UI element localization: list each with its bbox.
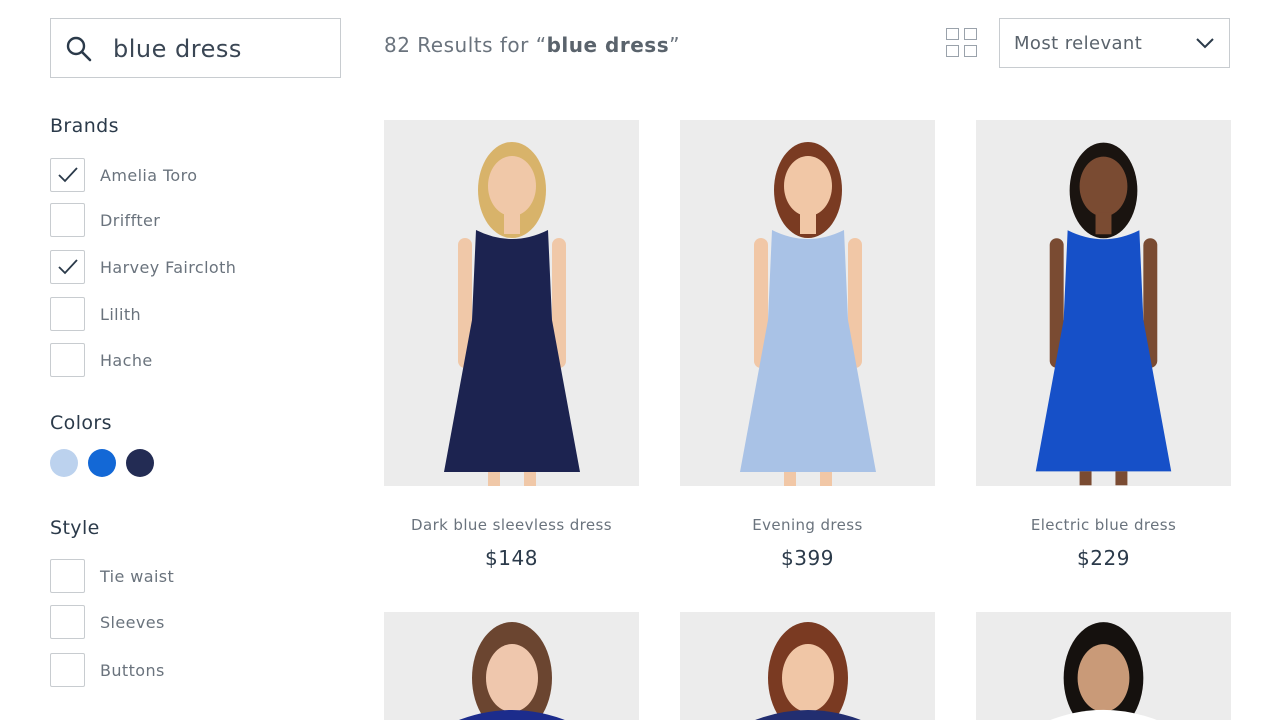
- model-leg: [1079, 471, 1092, 486]
- brand-label: Lilith: [100, 304, 142, 324]
- brand-filter-harvey-faircloth[interactable]: Harvey Faircloth: [50, 249, 236, 285]
- model-dress: [755, 710, 861, 720]
- product-image[interactable]: [976, 612, 1231, 720]
- sort-selected-value: Most relevant: [1014, 33, 1143, 54]
- results-summary: 82 Results for “blue dress”: [384, 33, 680, 57]
- brand-checkbox[interactable]: [50, 203, 85, 237]
- product-image[interactable]: [680, 612, 935, 720]
- model-face: [1077, 644, 1130, 712]
- brand-checkbox[interactable]: [50, 297, 85, 331]
- model-face: [486, 644, 538, 712]
- product-name[interactable]: Electric blue dress: [976, 516, 1231, 534]
- brand-label: Hache: [100, 350, 153, 370]
- results-count-text: 82 Results for “: [384, 33, 547, 57]
- product-name[interactable]: Dark blue sleevless dress: [384, 516, 639, 534]
- style-label: Tie waist: [100, 566, 175, 586]
- product-card[interactable]: Dark blue sleevless dress $148: [384, 120, 639, 570]
- search-input[interactable]: [113, 32, 333, 66]
- search-icon: [66, 36, 92, 62]
- style-checkbox[interactable]: [50, 605, 85, 639]
- brand-filter-driffter[interactable]: Driffter: [50, 202, 160, 238]
- style-label: Buttons: [100, 660, 165, 680]
- brand-filter-amelia-toro[interactable]: Amelia Toro: [50, 157, 197, 193]
- style-filter-buttons[interactable]: Buttons: [50, 652, 165, 688]
- model-leg: [488, 472, 500, 486]
- grid-view-icon[interactable]: [946, 28, 979, 59]
- brand-filter-lilith[interactable]: Lilith: [50, 296, 141, 332]
- color-swatch-electric-blue[interactable]: [88, 449, 116, 477]
- product-price: $399: [781, 546, 834, 570]
- model-dress: [1050, 709, 1157, 720]
- model-face: [784, 156, 832, 216]
- model-dress: [459, 710, 565, 720]
- style-filter-tie-waist[interactable]: Tie waist: [50, 558, 174, 594]
- product-image[interactable]: [680, 120, 935, 486]
- brand-checkbox[interactable]: [50, 250, 85, 284]
- model-leg: [1115, 471, 1128, 486]
- product-price: $148: [485, 546, 538, 570]
- product-card[interactable]: [384, 612, 639, 720]
- chevron-down-icon: [1196, 38, 1214, 49]
- results-suffix: ”: [669, 33, 680, 57]
- brand-label: Harvey Faircloth: [100, 257, 237, 277]
- model-leg: [784, 472, 796, 486]
- check-icon: [58, 259, 78, 275]
- model-neck: [800, 212, 816, 234]
- product-card[interactable]: Evening dress $399: [680, 120, 935, 570]
- product-price: $229: [1077, 546, 1130, 570]
- product-image[interactable]: [384, 120, 639, 486]
- brand-label: Amelia Toro: [100, 165, 198, 185]
- color-swatch-light-blue[interactable]: [50, 449, 78, 477]
- model-leg: [820, 472, 832, 486]
- model-face: [1079, 156, 1128, 217]
- model-neck: [504, 212, 520, 234]
- colors-title: Colors: [50, 412, 112, 434]
- brand-filter-hache[interactable]: Hache: [50, 342, 153, 378]
- style-title: Style: [50, 517, 100, 539]
- product-image[interactable]: [384, 612, 639, 720]
- product-card[interactable]: [680, 612, 935, 720]
- search-box[interactable]: [50, 18, 341, 78]
- model-leg: [524, 472, 536, 486]
- brand-checkbox[interactable]: [50, 158, 85, 192]
- brands-title: Brands: [50, 115, 119, 137]
- style-checkbox[interactable]: [50, 653, 85, 687]
- results-query: blue dress: [546, 33, 670, 57]
- style-filter-sleeves[interactable]: Sleeves: [50, 604, 165, 640]
- sort-select[interactable]: Most relevant: [999, 18, 1230, 68]
- model-face: [488, 156, 536, 216]
- product-card[interactable]: Electric blue dress $229: [976, 120, 1231, 570]
- model-neck: [1095, 212, 1112, 235]
- product-name[interactable]: Evening dress: [680, 516, 935, 534]
- model-face: [782, 644, 834, 712]
- brand-checkbox[interactable]: [50, 343, 85, 377]
- check-icon: [58, 167, 78, 183]
- style-checkbox[interactable]: [50, 559, 85, 593]
- color-swatch-navy[interactable]: [126, 449, 154, 477]
- style-label: Sleeves: [100, 612, 165, 632]
- brand-label: Driffter: [100, 210, 161, 230]
- product-card[interactable]: [976, 612, 1231, 720]
- product-image[interactable]: [976, 120, 1231, 486]
